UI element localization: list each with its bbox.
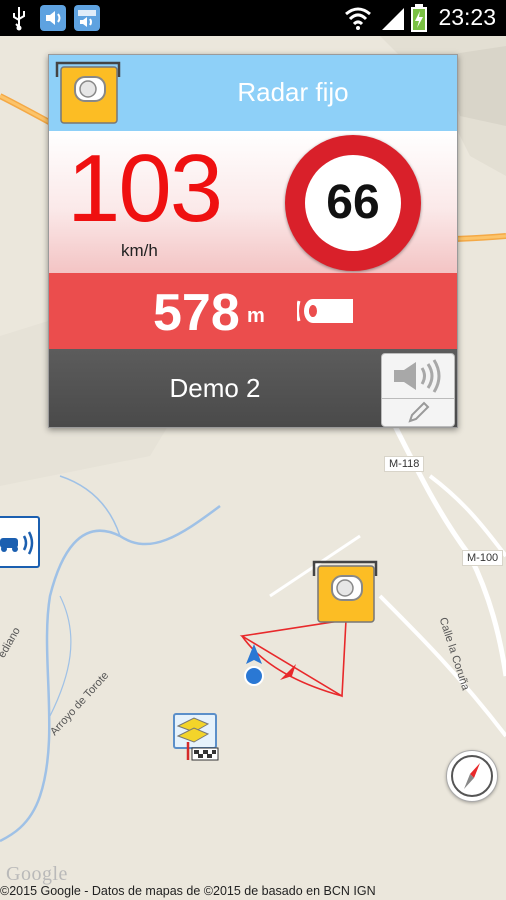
fixed-radar-icon (55, 59, 121, 125)
sound-icon (394, 359, 441, 393)
card-actions (381, 353, 455, 427)
signal-icon (382, 8, 404, 30)
current-speed: 103 (67, 135, 223, 242)
status-bar: 23:23 (0, 0, 506, 36)
road-label: M-118 (384, 456, 425, 472)
camera-icon (297, 299, 353, 323)
section-radar-icon[interactable] (170, 712, 222, 762)
wifi-icon (345, 7, 371, 30)
fixed-radar-marker[interactable] (312, 558, 378, 624)
user-location-icon (242, 644, 266, 688)
mobile-radar-icon[interactable] (0, 516, 40, 568)
notification-sound-icon (40, 5, 66, 31)
google-logo: Google (6, 863, 68, 885)
battery-charging-icon (411, 4, 427, 32)
distance-unit: m (247, 305, 265, 327)
sound-button[interactable] (382, 354, 454, 399)
radar-name: Demo 2 (169, 373, 261, 403)
radar-direction-arrow-icon (280, 664, 296, 680)
usb-icon (13, 7, 25, 31)
radar-alert-card: Radar fijo 103 km/h 66 578 m Demo 2 (48, 54, 458, 428)
road-label: M-100 (462, 550, 504, 566)
compass-icon (451, 755, 493, 797)
clock: 23:23 (438, 4, 496, 30)
pencil-icon (408, 401, 430, 423)
speed-unit: km/h (121, 241, 158, 260)
speed-limit-sign: 66 (285, 135, 421, 271)
notification-sound-icon (74, 5, 100, 31)
compass-button[interactable] (446, 750, 498, 802)
speed-limit-value: 66 (305, 155, 401, 251)
map-copyright: ©2015 Google - Datos de mapas de ©2015 d… (0, 884, 376, 898)
edit-button[interactable] (382, 399, 454, 426)
radar-type-title: Radar fijo (237, 77, 349, 107)
distance-value: 578 (153, 284, 240, 342)
